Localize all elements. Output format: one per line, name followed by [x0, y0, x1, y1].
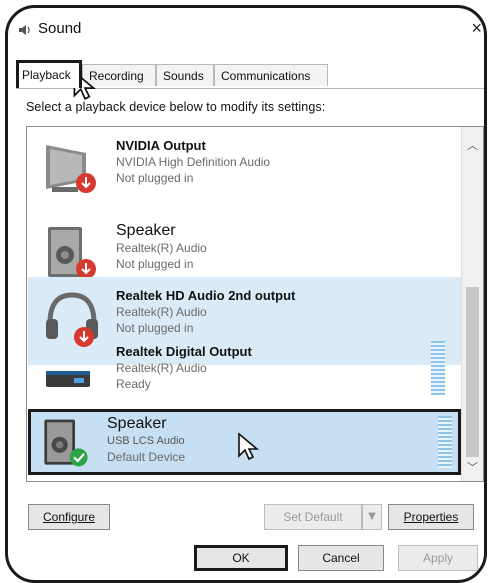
device-name: Realtek HD Audio 2nd output [116, 288, 296, 303]
digital-output-icon [46, 371, 90, 387]
title-bar: Sound × [8, 8, 484, 50]
unplugged-icon [76, 259, 96, 279]
cancel-label: Cancel [322, 551, 360, 565]
set-default-label: Set Default [283, 510, 343, 524]
unplugged-icon [76, 173, 96, 193]
properties-label: Properties [403, 510, 459, 524]
device-status: Not plugged in [116, 171, 194, 185]
device-info: Realtek HD Audio 2nd output Realtek(R) A… [116, 287, 295, 336]
ok-button[interactable]: OK [194, 545, 288, 571]
apply-label: Apply [422, 551, 454, 565]
tab-sounds[interactable]: Sounds [156, 64, 214, 86]
device-name: NVIDIA Output [116, 138, 206, 153]
device-driver: NVIDIA High Definition Audio [116, 155, 271, 169]
device-status: Default Device [107, 450, 186, 464]
apply-button[interactable]: Apply [398, 545, 478, 571]
list-item[interactable]: NVIDIA Output NVIDIA High Definition Aud… [28, 127, 461, 211]
mouse-cursor-icon [238, 432, 259, 461]
device-status: Not plugged in [116, 257, 194, 271]
device-name: Speaker [116, 222, 176, 239]
scroll-thumb[interactable] [466, 287, 479, 457]
list-item[interactable]: Realtek Digital Output Realtek(R) Audio … [28, 333, 461, 407]
device-driver: Realtek(R) Audio [116, 241, 207, 255]
tab-communications[interactable]: Communications [214, 64, 328, 86]
device-driver: Realtek(R) Audio [116, 305, 207, 319]
window-title: Sound [38, 20, 82, 37]
cancel-button[interactable]: Cancel [298, 545, 384, 571]
monitor-icon [46, 145, 96, 193]
device-info: NVIDIA Output NVIDIA High Definition Aud… [116, 137, 270, 186]
device-name: Realtek Digital Output [116, 344, 252, 359]
volume-meter [431, 341, 445, 395]
speaker-icon [44, 419, 88, 467]
device-info: Speaker USB LCS Audio Default Device [107, 414, 185, 465]
set-default-dropdown-icon[interactable]: ▼ [362, 504, 382, 530]
ok-label: OK [232, 551, 250, 565]
tab-label: Recording [89, 69, 144, 83]
instruction-text: Select a playback device below to modify… [26, 100, 326, 114]
tab-label: Sounds [163, 69, 204, 83]
scroll-up-icon[interactable]: ︿ [462, 137, 483, 155]
list-item[interactable]: Speaker USB LCS Audio Default Device [28, 409, 461, 475]
device-list: NVIDIA Output NVIDIA High Definition Aud… [26, 126, 484, 482]
tab-label: Communications [221, 69, 311, 83]
device-status: Ready [116, 377, 151, 391]
configure-label: Configure [42, 510, 96, 524]
device-driver: Realtek(R) Audio [116, 361, 207, 375]
device-name: Speaker [107, 415, 167, 432]
vertical-scrollbar[interactable]: ︿ ﹀ [461, 127, 483, 481]
set-default-button[interactable]: Set Default [264, 504, 362, 530]
device-info: Realtek Digital Output Realtek(R) Audio … [116, 343, 252, 392]
sound-dialog: Sound × Playback Recording Sounds Commun… [5, 5, 487, 583]
default-check-icon [69, 448, 88, 467]
properties-button[interactable]: Properties [388, 504, 474, 530]
device-info: Speaker Realtek(R) Audio Not plugged in [116, 221, 207, 272]
volume-meter [438, 416, 452, 468]
close-icon[interactable]: × [471, 18, 482, 39]
tab-playback[interactable]: Playback [16, 60, 82, 88]
tab-label: Playback [22, 68, 71, 82]
configure-button[interactable]: Configure [28, 504, 110, 530]
speaker-icon [19, 25, 30, 35]
scroll-down-icon[interactable]: ﹀ [462, 459, 483, 477]
speaker-icon [48, 227, 96, 279]
device-driver: USB LCS Audio [107, 435, 185, 447]
